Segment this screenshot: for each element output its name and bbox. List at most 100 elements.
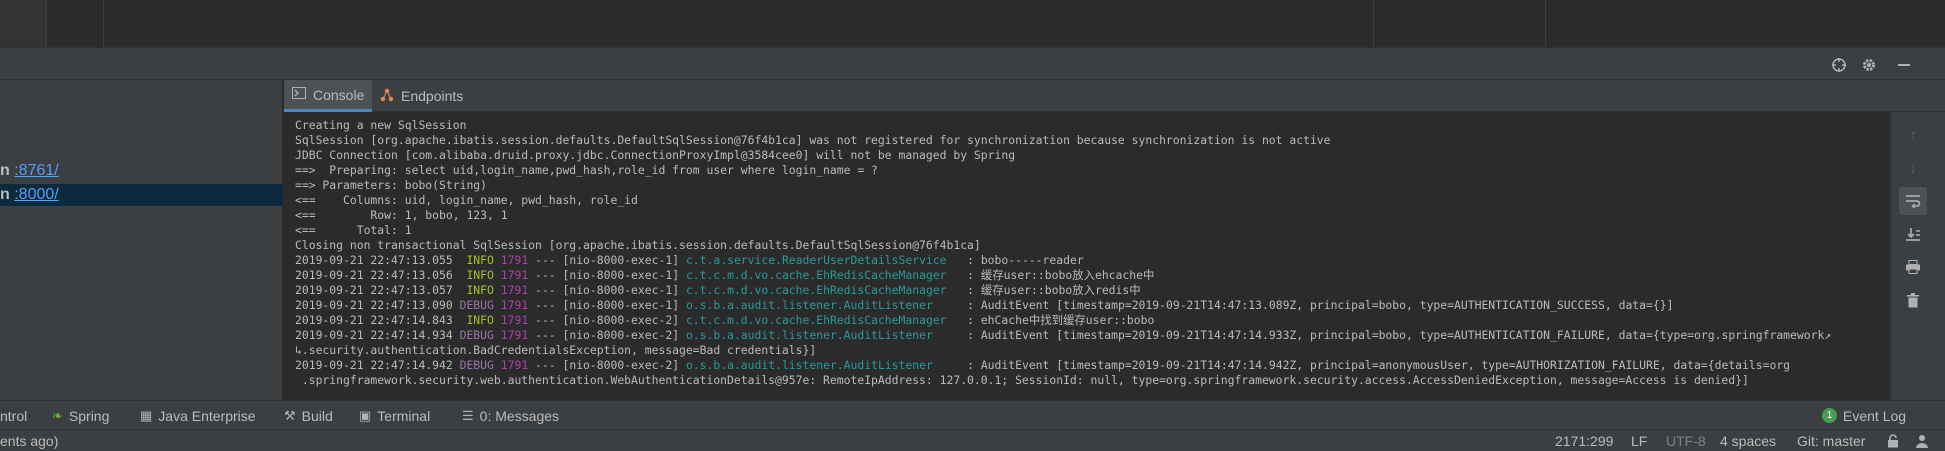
tool-button-version-control[interactable]: ntrol <box>0 401 27 430</box>
spring-icon: ❧ <box>52 407 63 423</box>
tool-button-label: Terminal <box>377 407 431 424</box>
log-wrapped-line: .springframework.security.web.authentica… <box>295 373 1749 387</box>
trash-icon[interactable] <box>1899 286 1927 314</box>
log-line: 2019-09-21 22:47:14.843 INFO 1791 --- [n… <box>295 313 1154 328</box>
tab-label: Endpoints <box>401 88 464 104</box>
log-thread: [nio-8000-exec-1] <box>562 253 680 267</box>
vcs-branch[interactable]: Git: master <box>1797 430 1865 451</box>
log-thread: [nio-8000-exec-2] <box>562 358 680 372</box>
services-tree: n :8761/ n :8000/ <box>0 80 283 400</box>
log-level: INFO <box>459 313 494 327</box>
log-level: INFO <box>459 253 494 267</box>
editor-gutter <box>0 0 47 47</box>
log-separator: --- <box>528 358 563 372</box>
log-logger: o.s.b.a.audit.listener.AuditListener <box>685 298 961 312</box>
gear-icon[interactable] <box>1858 54 1880 76</box>
tab-console[interactable]: Console <box>284 80 372 112</box>
editor-divider <box>103 0 104 47</box>
tool-button-label: Spring <box>68 407 110 424</box>
log-pid: 1791 <box>500 298 529 312</box>
file-encoding[interactable]: UTF-8 <box>1666 430 1706 451</box>
log-level: DEBUG <box>459 358 494 372</box>
console-line: <== Columns: uid, login_name, pwd_hash, … <box>295 193 638 207</box>
console-line: JDBC Connection [com.alibaba.druid.proxy… <box>295 148 1016 162</box>
console-line: Creating a new SqlSession <box>295 118 467 132</box>
service-item-prefix: n <box>0 162 10 179</box>
editor-divider <box>1373 0 1374 47</box>
lock-icon[interactable] <box>1887 430 1899 451</box>
console-tab-bar: Console Endpoints <box>284 80 1945 112</box>
log-logger: c.t.c.m.d.vo.cache.EhRedisCacheManager <box>685 283 961 297</box>
log-separator: --- <box>528 328 563 342</box>
console-toolbar: ↑ ↓ <box>1890 112 1945 400</box>
arrow-down-icon[interactable]: ↓ <box>1899 154 1927 182</box>
status-bar: ents ago) 2171:299 LF UTF-8 4 spaces Git… <box>0 429 1945 451</box>
console-line: ==> Parameters: bobo(String) <box>295 178 488 192</box>
log-timestamp: 2019-09-21 22:47:13.056 <box>295 268 453 282</box>
log-line: 2019-09-21 22:47:13.055 INFO 1791 --- [n… <box>295 253 1084 268</box>
console-output[interactable]: Creating a new SqlSession SqlSession [or… <box>284 112 1889 400</box>
tool-button-label: 0: Messages <box>479 407 560 424</box>
tab-label: Console <box>313 86 365 103</box>
tool-button-event-log[interactable]: 1 Event Log <box>1822 401 1906 430</box>
log-pid: 1791 <box>500 283 529 297</box>
service-item[interactable]: n :8761/ <box>0 160 283 182</box>
console-line: SqlSession [org.apache.ibatis.session.de… <box>295 133 1331 147</box>
log-pid: 1791 <box>500 358 529 372</box>
tool-button-terminal[interactable]: ▣ Terminal <box>359 401 430 430</box>
log-logger: c.t.c.m.d.vo.cache.EhRedisCacheManager <box>685 268 961 282</box>
log-message: : ehCache中找到缓存user::bobo <box>960 313 1155 327</box>
log-logger: c.t.c.m.d.vo.cache.EhRedisCacheManager <box>685 313 961 327</box>
log-separator: --- <box>528 268 563 282</box>
log-separator: --- <box>528 253 563 267</box>
tool-button-build[interactable]: ⚒ Build <box>284 401 333 430</box>
event-log-badge-icon: 1 <box>1822 408 1837 423</box>
service-port-link[interactable]: :8761/ <box>14 162 58 179</box>
log-thread: [nio-8000-exec-1] <box>562 268 680 282</box>
log-line: 2019-09-21 22:47:14.934 DEBUG 1791 --- [… <box>295 328 1831 343</box>
tab-endpoints[interactable]: Endpoints <box>372 80 464 112</box>
log-thread: [nio-8000-exec-2] <box>562 313 680 327</box>
log-message: : AuditEvent [timestamp=2019-09-21T14:47… <box>960 328 1832 342</box>
log-message: : AuditEvent [timestamp=2019-09-21T14:47… <box>960 358 1791 372</box>
log-line: 2019-09-21 22:47:14.942 DEBUG 1791 --- [… <box>295 358 1790 373</box>
console-line: <== Row: 1, bobo, 123, 1 <box>295 208 508 222</box>
tool-button-spring[interactable]: ❧ Spring <box>52 401 109 430</box>
tool-button-label: Event Log <box>1843 407 1907 424</box>
log-timestamp: 2019-09-21 22:47:13.057 <box>295 283 453 297</box>
caret-position[interactable]: 2171:299 <box>1555 430 1613 451</box>
soft-wrap-icon[interactable] <box>1899 187 1927 215</box>
console-icon <box>292 87 306 102</box>
tool-button-label: ntrol <box>0 407 28 424</box>
log-logger: o.s.b.a.audit.listener.AuditListener <box>685 328 961 342</box>
log-thread: [nio-8000-exec-1] <box>562 298 680 312</box>
indent-setting[interactable]: 4 spaces <box>1720 430 1776 451</box>
log-line: 2019-09-21 22:47:13.056 INFO 1791 --- [n… <box>295 268 1154 283</box>
print-icon[interactable] <box>1899 253 1927 281</box>
scroll-to-end-icon[interactable] <box>1899 220 1927 248</box>
log-message: : 缓存user::bobo放入redis中 <box>960 283 1141 297</box>
log-message: : AuditEvent [timestamp=2019-09-21T14:47… <box>960 298 1674 312</box>
status-message[interactable]: ents ago) <box>0 430 58 451</box>
line-separator[interactable]: LF <box>1631 430 1647 451</box>
log-level: DEBUG <box>459 298 494 312</box>
arrow-up-icon[interactable]: ↑ <box>1899 121 1927 149</box>
inspector-icon[interactable] <box>1914 430 1930 451</box>
minimize-icon[interactable] <box>1893 54 1915 76</box>
crosshair-icon[interactable] <box>1828 54 1850 76</box>
service-item[interactable]: n :8000/ <box>0 184 283 206</box>
log-separator: --- <box>528 298 563 312</box>
log-timestamp: 2019-09-21 22:47:14.934 <box>295 328 453 342</box>
service-port-link[interactable]: :8000/ <box>14 186 58 203</box>
messages-icon: ☰ <box>462 407 474 423</box>
log-separator: --- <box>528 283 563 297</box>
log-pid: 1791 <box>500 253 529 267</box>
log-message: : bobo-----reader <box>960 253 1084 267</box>
log-message: : 缓存user::bobo放入ehcache中 <box>960 268 1155 282</box>
tool-button-messages[interactable]: ☰ 0: Messages <box>462 401 559 430</box>
tool-button-java-enterprise[interactable]: ▦ Java Enterprise <box>140 401 256 430</box>
log-logger: c.t.a.service.ReaderUserDetailsService <box>685 253 961 267</box>
log-wrapped-line: ↳.security.authentication.BadCredentials… <box>295 343 817 357</box>
log-line: 2019-09-21 22:47:13.057 INFO 1791 --- [n… <box>295 283 1141 298</box>
console-line: Closing non transactional SqlSession [or… <box>295 238 981 252</box>
